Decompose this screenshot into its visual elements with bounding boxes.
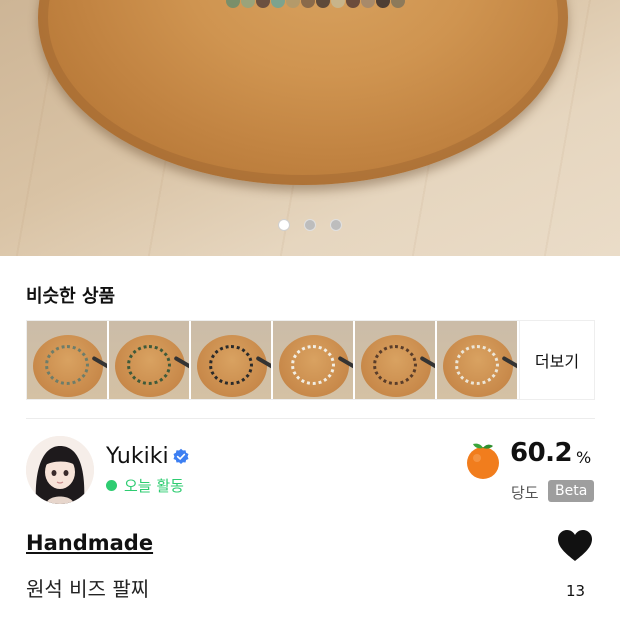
like-heart-icon[interactable] xyxy=(557,529,593,562)
pagination-dot-2[interactable] xyxy=(304,219,316,231)
beta-badge: Beta xyxy=(548,480,595,502)
orange-fruit-icon xyxy=(467,443,499,479)
similar-products-strip: 더보기 xyxy=(26,320,595,400)
section-divider xyxy=(26,418,595,419)
like-count: 13 xyxy=(566,582,586,600)
similar-products-title: 비슷한 상품 xyxy=(26,286,116,307)
seller-name[interactable]: Yukiki xyxy=(106,444,169,469)
pagination-dot-3[interactable] xyxy=(330,219,342,231)
product-title: 원석 비즈 팔찌 xyxy=(26,577,150,601)
activity-status: 오늘 활동 xyxy=(124,477,184,495)
similar-product-thumbnail[interactable] xyxy=(27,321,107,399)
similar-product-thumbnail[interactable] xyxy=(355,321,435,399)
similar-product-thumbnail[interactable] xyxy=(191,321,271,399)
verified-badge-icon xyxy=(173,448,189,465)
pagination-dot-1[interactable] xyxy=(278,219,290,231)
similar-product-thumbnail[interactable] xyxy=(109,321,189,399)
online-status-dot xyxy=(106,480,117,491)
similar-product-thumbnail[interactable] xyxy=(437,321,517,399)
gallery-pagination xyxy=(0,219,620,231)
sweetness-value: 60.2 xyxy=(510,438,573,468)
product-category-link[interactable]: Handmade xyxy=(26,531,153,555)
bracelet-beads xyxy=(226,0,405,8)
product-photo[interactable] xyxy=(0,0,620,256)
more-button[interactable]: 더보기 xyxy=(519,321,594,399)
sweetness-unit: % xyxy=(576,448,592,467)
seller-avatar[interactable] xyxy=(26,436,94,504)
sweetness-label: 당도 xyxy=(511,484,539,502)
similar-product-thumbnail[interactable] xyxy=(273,321,353,399)
